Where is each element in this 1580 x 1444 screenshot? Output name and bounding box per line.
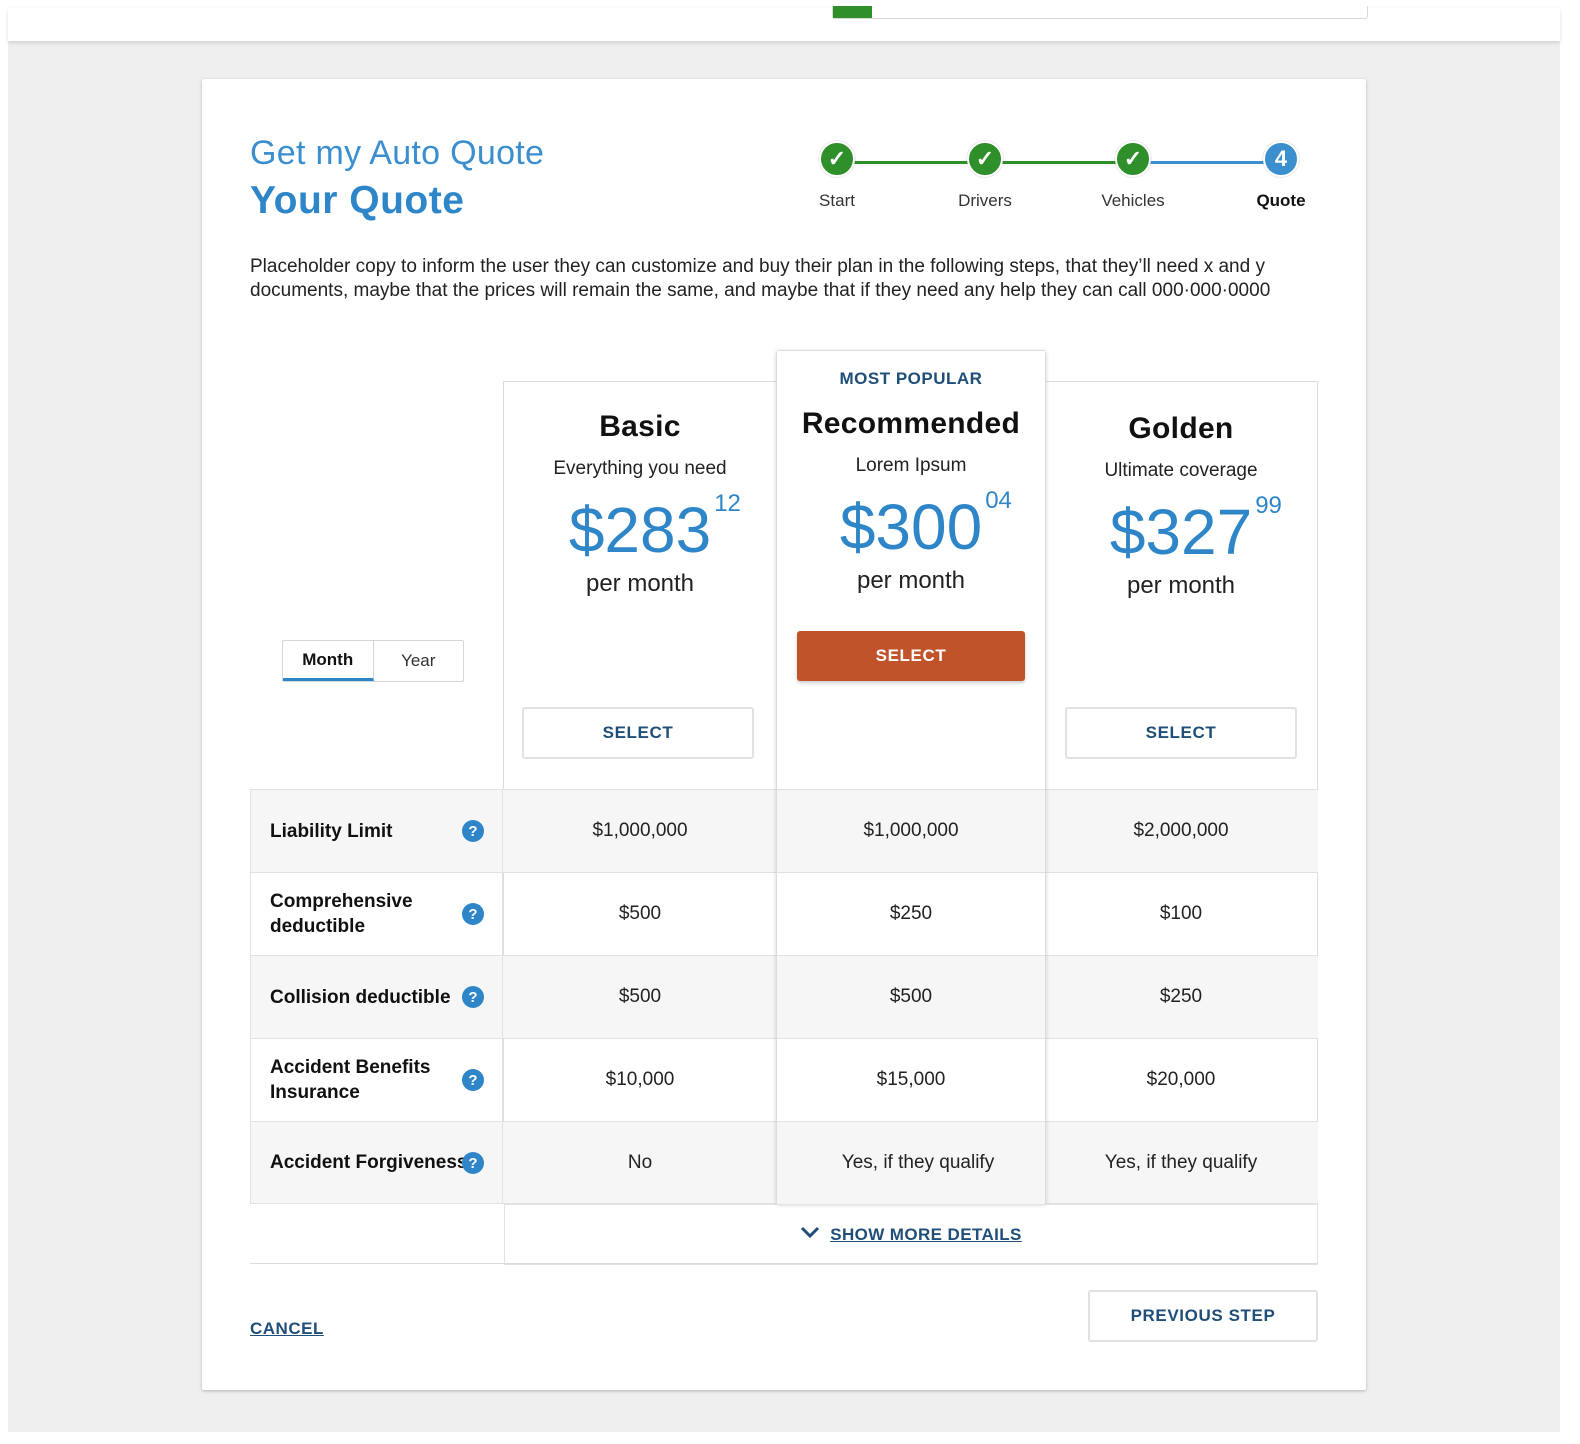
- plan-header-basic: Basic Everything you need $283 12 per mon…: [503, 410, 777, 598]
- check-icon: ✓: [967, 141, 1003, 177]
- help-icon[interactable]: ?: [462, 903, 484, 925]
- plan-header-golden: Golden Ultimate coverage $327 99 per mont…: [1044, 412, 1318, 600]
- top-bar: [8, 6, 1560, 41]
- plan-name: Recommended: [801, 407, 1021, 440]
- feature-value: $10,000: [605, 1069, 675, 1090]
- plan-subtitle: Everything you need: [553, 458, 727, 479]
- help-icon[interactable]: ?: [462, 1069, 484, 1091]
- feature-value: $100: [1159, 903, 1203, 924]
- step-label: Vehicles: [1101, 191, 1165, 210]
- show-more-details[interactable]: SHOW MORE DETAILS: [504, 1204, 1318, 1265]
- step-label: Quote: [1256, 191, 1306, 210]
- plan-name: Golden: [1128, 412, 1234, 445]
- feature-value: $2,000,000: [1133, 820, 1229, 841]
- select-basic-button[interactable]: SELECT: [522, 707, 754, 759]
- help-icon[interactable]: ?: [462, 986, 484, 1008]
- price-dollars: $300: [839, 491, 983, 563]
- price-cents: 04: [985, 487, 1012, 514]
- feature-value: $1,000,000: [863, 819, 959, 841]
- show-more-link[interactable]: SHOW MORE DETAILS: [830, 1225, 1022, 1245]
- price-period: per month: [585, 570, 695, 597]
- check-icon: ✓: [819, 141, 855, 177]
- price-period: per month: [1126, 572, 1236, 599]
- price-cents: 99: [1255, 492, 1282, 519]
- plan-price: $300 04: [840, 489, 1012, 560]
- price-dollars: $327: [1109, 496, 1253, 568]
- page-background: Get my Auto Quote Your Quote ✓ Start ✓ D…: [8, 6, 1560, 1432]
- step-number: 4: [1263, 141, 1299, 177]
- step-quote: 4 Quote: [1241, 141, 1321, 211]
- page-title: Get my Auto Quote: [250, 134, 545, 172]
- quote-card: Get my Auto Quote Your Quote ✓ Start ✓ D…: [202, 79, 1366, 1390]
- step-label: Drivers: [958, 191, 1012, 210]
- check-icon: ✓: [1115, 141, 1151, 177]
- step-label: Start: [819, 191, 855, 210]
- step-drivers: ✓ Drivers: [945, 141, 1025, 211]
- plan-price: $283 12: [569, 492, 741, 563]
- help-icon[interactable]: ?: [462, 820, 484, 842]
- step-start: ✓ Start: [797, 141, 877, 211]
- feature-value: $20,000: [1146, 1069, 1216, 1090]
- intro-text: Placeholder copy to inform the user they…: [250, 256, 1271, 301]
- select-golden-button[interactable]: SELECT: [1065, 707, 1297, 759]
- feature-value: $15,000: [876, 1068, 946, 1090]
- billing-period-toggle: Month Year: [282, 640, 464, 682]
- feature-value: Yes, if they qualify: [841, 1151, 995, 1173]
- price-dollars: $283: [568, 494, 712, 566]
- plan-comparison-table: Basic Everything you need $283 12 per mon…: [250, 350, 1318, 1265]
- feature-value: $500: [618, 986, 662, 1007]
- cancel-link[interactable]: CANCEL: [250, 1319, 324, 1339]
- plan-subtitle: Ultimate coverage: [1104, 460, 1258, 481]
- step-vehicles: ✓ Vehicles: [1093, 141, 1173, 211]
- plan-column-recommended: MOST POPULAR Recommended Lorem Ipsum $30…: [776, 350, 1046, 1204]
- most-popular-badge: MOST POPULAR: [839, 369, 983, 388]
- select-recommended-button[interactable]: SELECT: [797, 631, 1025, 681]
- feature-value: No: [627, 1151, 653, 1173]
- feature-value: $250: [889, 902, 933, 924]
- feature-value: Yes, if they qualify: [1104, 1151, 1258, 1173]
- feature-value: $250: [1159, 986, 1203, 1007]
- plan-price: $327 99: [1110, 494, 1282, 565]
- help-icon[interactable]: ?: [462, 1152, 484, 1174]
- footer-divider: [250, 1263, 1318, 1264]
- plan-subtitle: Lorem Ipsum: [855, 455, 967, 476]
- toggle-month[interactable]: Month: [283, 641, 374, 681]
- feature-value: $500: [889, 985, 933, 1007]
- plan-name: Basic: [599, 410, 681, 443]
- top-progress-strip: [832, 6, 1368, 19]
- top-progress-fill: [833, 6, 872, 18]
- feature-value: $1,000,000: [592, 820, 688, 841]
- price-period: per month: [856, 567, 966, 594]
- plan-header-recommended: MOST POPULAR Recommended Lorem Ipsum $30…: [777, 369, 1045, 595]
- toggle-year[interactable]: Year: [374, 641, 464, 681]
- page-subtitle: Your Quote: [250, 179, 465, 222]
- previous-step-button[interactable]: PREVIOUS STEP: [1088, 1290, 1318, 1342]
- progress-stepper: ✓ Start ✓ Drivers ✓ Vehicles 4 Quote: [797, 141, 1306, 221]
- price-cents: 12: [714, 490, 741, 517]
- chevron-down-icon: [800, 1223, 820, 1244]
- feature-value: $500: [618, 903, 662, 924]
